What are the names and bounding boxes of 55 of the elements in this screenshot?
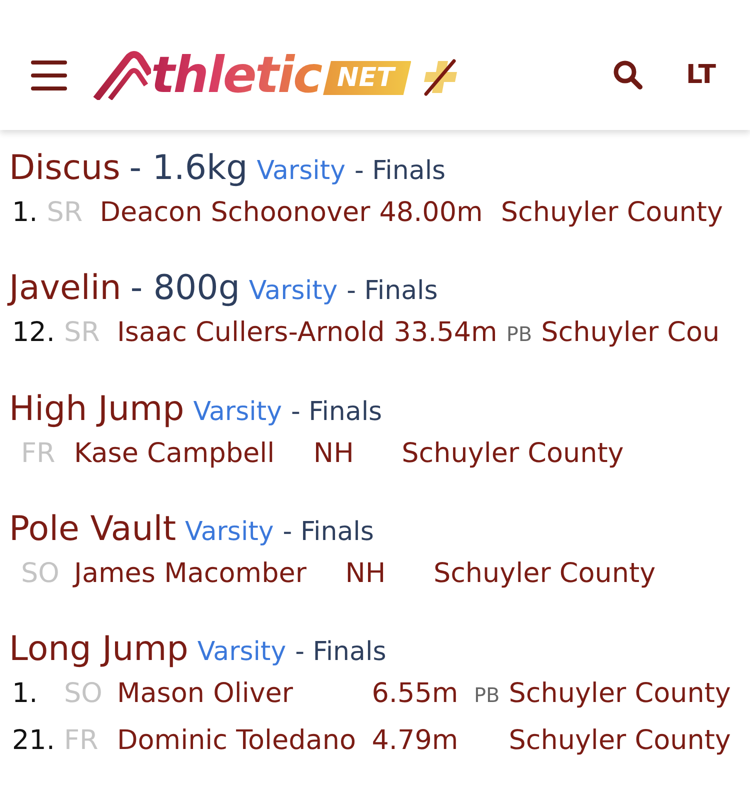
place-number: 21. (11, 724, 55, 758)
account-button[interactable]: LT (686, 60, 716, 90)
team-link[interactable]: Schuyler County (500, 190, 723, 236)
grade-label: FR (21, 437, 56, 471)
grade-label: SO (21, 557, 60, 591)
place-number: 1. (11, 677, 39, 711)
menu-button[interactable] (31, 60, 67, 90)
team-link[interactable]: Schuyler County (508, 718, 731, 764)
athlete-link[interactable]: James Macomber (74, 551, 306, 597)
place-number: 12. (11, 316, 55, 350)
result-mark: 6.55m (370, 677, 460, 711)
division-link[interactable]: Varsity (193, 390, 282, 434)
result-mark: NH (344, 557, 387, 591)
team-link[interactable]: Schuyler County (508, 671, 731, 717)
place-number: 1. (11, 196, 38, 230)
athlete-link[interactable]: Isaac Cullers-Arnold (116, 310, 385, 356)
event-name-link[interactable]: Javelin (9, 266, 122, 310)
arch-logo-icon (93, 50, 151, 100)
result-mark: 33.54m (394, 316, 498, 350)
plus-logo-icon (423, 58, 460, 96)
division-link[interactable]: Varsity (185, 510, 274, 554)
grade-label: FR (64, 724, 100, 758)
team-link[interactable]: Schuyler Cou (541, 310, 720, 356)
grade-label: SR (46, 196, 84, 230)
implement-weight-label: - 800g (130, 267, 240, 310)
implement-weight-label: - 1.6kg (129, 147, 248, 190)
result-mark: NH (312, 437, 355, 471)
round-label: - Finals (346, 275, 438, 308)
event-name-link[interactable]: Discus (9, 146, 120, 190)
athlete-link[interactable]: Dominic Toledano (116, 718, 356, 764)
team-link[interactable]: Schuyler County (433, 551, 656, 597)
pb-label: PB (474, 682, 500, 709)
grade-label: SR (64, 316, 101, 350)
event-name-link[interactable]: High Jump (9, 387, 184, 431)
event-name-link[interactable]: Long Jump (9, 627, 188, 671)
pb-label: PB (506, 321, 532, 348)
athlete-link[interactable]: Mason Oliver (116, 671, 356, 717)
round-label: - Finals (282, 516, 374, 549)
round-label: - Finals (295, 636, 386, 669)
logo-net-tag: NET (323, 61, 412, 95)
result-mark: 4.79m (370, 724, 460, 758)
search-icon (613, 60, 643, 90)
search-button[interactable] (613, 60, 643, 90)
team-link[interactable]: Schuyler County (402, 431, 624, 477)
grade-label: SO (64, 677, 104, 711)
athlete-link[interactable]: Kase Campbell (74, 431, 275, 477)
division-link[interactable]: Varsity (197, 630, 286, 674)
division-link[interactable]: Varsity (248, 269, 338, 313)
result-mark: 48.00m (379, 196, 483, 230)
round-label: - Finals (290, 396, 382, 429)
round-label: - Finals (354, 155, 446, 188)
athlete-link[interactable]: Deacon Schoonover (100, 190, 370, 236)
menu-icon (31, 60, 67, 90)
division-link[interactable]: Varsity (256, 149, 346, 193)
event-name-link[interactable]: Pole Vault (9, 507, 176, 551)
